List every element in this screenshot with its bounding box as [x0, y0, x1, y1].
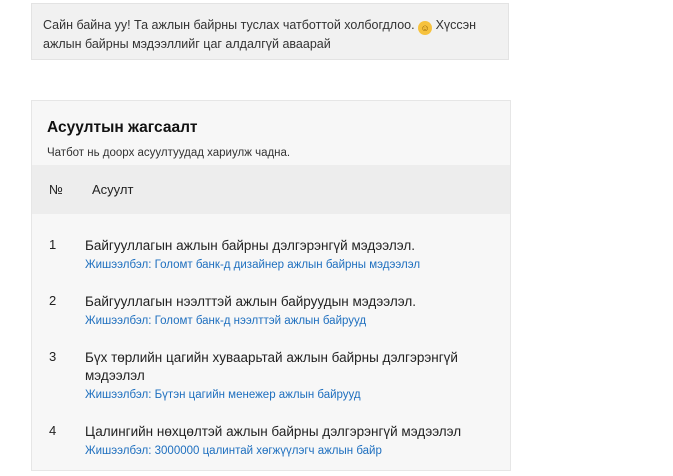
- row-example[interactable]: Жишээлбэл: Бүтэн цагийн менежер ажлын ба…: [85, 387, 490, 403]
- greeting-text: Сайн байна уу! Та ажлын байрны туслах ча…: [43, 18, 415, 32]
- row-example[interactable]: Жишээлбэл: 3000000 цалинтай хөгжүүлэгч а…: [85, 443, 490, 459]
- row-question: Бүх төрлийн цагийн хуваарьтай ажлын байр…: [85, 350, 458, 383]
- row-question: Байгууллагын нээлттэй ажлын байруудын мэ…: [85, 294, 416, 309]
- column-header-question: Асуулт: [92, 182, 134, 197]
- questions-card: Асуултын жагсаалт Чатбот нь доорх асуулт…: [31, 100, 511, 471]
- row-example[interactable]: Жишээлбэл: Голомт банк-д нээлттэй ажлын …: [85, 313, 490, 329]
- row-example[interactable]: Жишээлбэл: Голомт банк-д дизайнер ажлын …: [85, 257, 490, 273]
- row-number: 1: [49, 237, 57, 252]
- hugging-face-icon: ☺: [418, 21, 433, 35]
- column-header-number: №: [49, 182, 63, 197]
- card-subtitle: Чатбот нь доорх асуултуудад хариулж чадн…: [47, 147, 291, 159]
- row-question: Байгууллагын ажлын байрны дэлгэрэнгүй мэ…: [85, 238, 415, 253]
- row-question: Цалингийн нөхцөлтэй ажлын байрны дэлгэрэ…: [85, 424, 462, 439]
- table-header: № Асуулт: [32, 165, 510, 214]
- card-title: Асуултын жагсаалт: [47, 119, 198, 136]
- row-number: 4: [49, 423, 57, 438]
- row-number: 3: [49, 349, 57, 364]
- greeting-message: Сайн байна уу! Та ажлын байрны туслах ча…: [31, 3, 509, 60]
- row-number: 2: [49, 293, 57, 308]
